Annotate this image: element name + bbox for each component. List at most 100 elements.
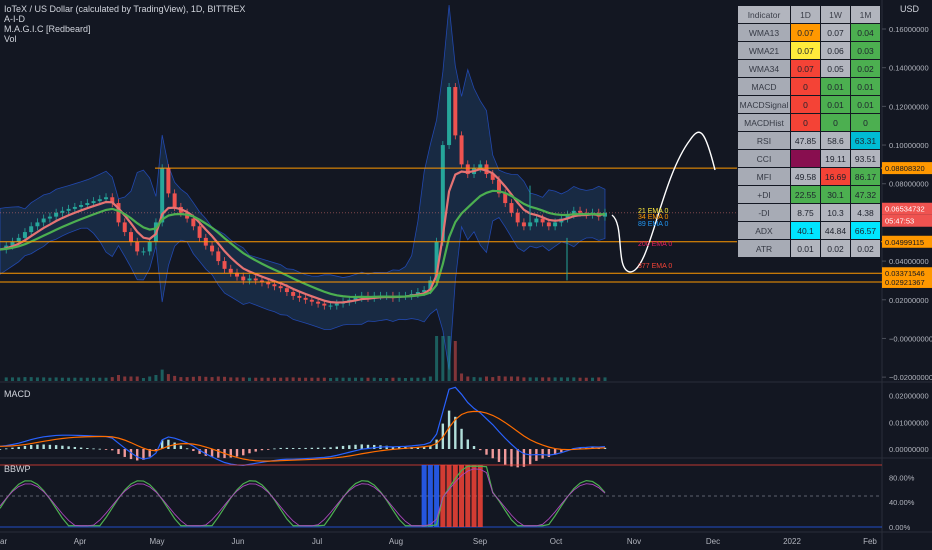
volume-bar	[509, 376, 513, 381]
macd-histogram-bar	[73, 446, 77, 449]
table-cell: 47.85	[790, 131, 821, 150]
table-row-label: MFI	[737, 167, 791, 186]
macd-histogram-bar	[341, 445, 345, 449]
volume-bar	[98, 377, 102, 381]
candle-body	[54, 212, 59, 217]
macd-histogram-bar	[291, 448, 295, 449]
table-header-indicator: Indicator	[737, 5, 791, 24]
candle-body	[197, 226, 202, 238]
volume-bar	[316, 377, 320, 381]
table-cell: 16.69	[820, 167, 851, 186]
macd-histogram-bar	[310, 447, 314, 449]
table-cell: 0.06	[820, 41, 851, 60]
volume-bar	[304, 377, 308, 381]
table-cell: 0.04	[850, 23, 881, 42]
macd-histogram-bar	[104, 449, 108, 450]
volume-bar	[385, 378, 389, 381]
volume-bar	[185, 377, 189, 381]
volume-bar	[191, 376, 195, 381]
ema-label: 377 EMA 0	[638, 263, 672, 270]
candle-body	[247, 278, 252, 281]
volume-bar	[110, 377, 114, 381]
volume-bar	[42, 377, 46, 381]
table-row: ATR 0.01 0.02 0.02	[737, 239, 881, 258]
table-cell: 19.11	[820, 149, 851, 168]
volume-bar	[148, 376, 152, 381]
table-cell: 63.31	[850, 131, 881, 150]
candle-body	[228, 268, 233, 273]
candle-body	[553, 222, 558, 227]
table-cell: 0	[790, 95, 821, 114]
candle-body	[222, 261, 227, 269]
table-cell: 0	[850, 113, 881, 132]
candle-body	[322, 303, 327, 306]
volume-bar	[179, 377, 183, 381]
volume-bar	[553, 377, 557, 381]
candle-body	[291, 292, 296, 296]
volume-bar	[559, 377, 563, 381]
candle-body	[459, 135, 464, 165]
table-cell: 22.55	[790, 185, 821, 204]
macd-histogram-bar	[323, 447, 326, 449]
candle-body	[309, 299, 314, 302]
candle-body	[16, 237, 21, 242]
volume-bar	[260, 377, 264, 381]
volume-bar	[235, 377, 239, 381]
macd-histogram-bar	[485, 449, 488, 455]
indicator-magic: M.A.G.I.C [Redbeard]	[4, 24, 91, 34]
table-row: CCI 19.11 93.51	[737, 149, 881, 168]
candle-body	[515, 212, 520, 223]
macd-histogram-bar	[0, 449, 2, 450]
price-tag: 0.02921367	[885, 278, 925, 287]
table-header-1m: 1M	[850, 5, 881, 24]
volume-bar	[29, 377, 33, 381]
volume-bar	[360, 377, 364, 381]
volume-bar	[10, 377, 14, 381]
volume-bar	[584, 377, 588, 381]
table-row-label: MACDHist	[737, 113, 791, 132]
table-cell: 0.01	[850, 77, 881, 96]
table-cell: 93.51	[850, 149, 881, 168]
x-tick-label: Sep	[473, 537, 488, 546]
macd-histogram-bar	[123, 449, 126, 457]
table-cell: 0.02	[850, 59, 881, 78]
macd-histogram-bar	[479, 449, 482, 451]
macd-histogram-bar	[192, 449, 195, 452]
volume-bar	[572, 377, 576, 381]
bbwp-extreme-bar	[446, 465, 452, 527]
candle-body	[453, 87, 458, 136]
macd-histogram-bar	[248, 449, 251, 454]
volume-bar	[279, 377, 283, 381]
candle-body	[172, 193, 177, 207]
macd-histogram-bar	[541, 449, 544, 459]
volume-bar	[416, 377, 420, 381]
x-tick-label: ar	[0, 537, 7, 546]
macd-histogram-bar	[23, 445, 27, 449]
macd-histogram-bar	[285, 447, 289, 449]
macd-histogram-bar	[5, 448, 8, 450]
candle-body	[278, 286, 283, 289]
bbwp-pane-title: BBWP	[4, 464, 31, 474]
candle-body	[334, 303, 339, 306]
volume-bar	[435, 336, 439, 381]
volume-bar	[491, 377, 495, 381]
table-cell: 40.1	[790, 221, 821, 240]
candle-body	[303, 297, 308, 300]
volume-bar	[85, 377, 89, 381]
table-row-label: CCI	[737, 149, 791, 168]
table-row: MFI 49.58 16.69 86.17	[737, 167, 881, 186]
volume-bar	[73, 377, 77, 381]
volume-bar	[60, 377, 64, 381]
x-tick-label: Jul	[312, 537, 322, 546]
candle-body	[316, 301, 321, 304]
macd-histogram-bar	[510, 449, 513, 467]
x-tick-label: Feb	[863, 537, 877, 546]
ema-label: 89 EMA 0	[638, 221, 668, 228]
currency-label[interactable]: USD	[898, 4, 922, 14]
table-cell: 8.75	[790, 203, 821, 222]
volume-bar	[210, 377, 214, 381]
y-tick-label: −0.02000000	[889, 373, 932, 382]
volume-bar	[223, 376, 227, 381]
table-cell: 0.07	[790, 41, 821, 60]
table-cell: 10.3	[820, 203, 851, 222]
